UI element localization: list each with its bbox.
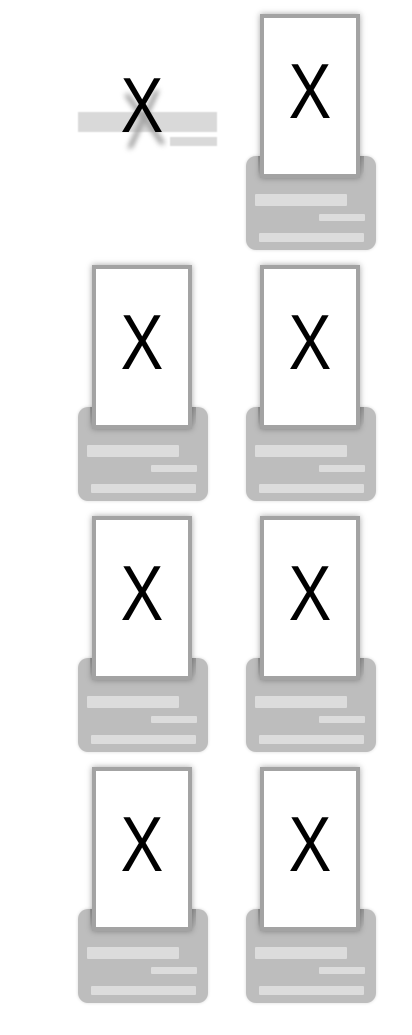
tray-bar bbox=[319, 967, 365, 974]
tray-bar bbox=[91, 735, 196, 744]
x-mark: X bbox=[120, 298, 164, 386]
tray-bar bbox=[151, 465, 197, 472]
tray-bar bbox=[255, 696, 347, 708]
tile[interactable]: X bbox=[78, 265, 208, 501]
tile[interactable]: X bbox=[246, 14, 376, 250]
tray-bar bbox=[255, 194, 347, 206]
x-mark: X bbox=[288, 549, 332, 637]
tray-bar bbox=[255, 947, 347, 959]
tray-bar bbox=[259, 484, 364, 493]
x-mark: X bbox=[288, 298, 332, 386]
tray-bar bbox=[319, 465, 365, 472]
tray-bar bbox=[255, 445, 347, 457]
tile[interactable]: X bbox=[78, 767, 208, 1003]
card[interactable]: X bbox=[92, 516, 192, 680]
card[interactable]: X bbox=[260, 14, 360, 178]
x-mark: X bbox=[120, 800, 164, 888]
tile[interactable]: X bbox=[246, 265, 376, 501]
tray-bar bbox=[87, 947, 179, 959]
tray-bar bbox=[91, 484, 196, 493]
tray-bar bbox=[259, 233, 364, 242]
card[interactable]: X bbox=[92, 767, 192, 931]
card[interactable]: X bbox=[260, 265, 360, 429]
tile-transitioning[interactable]: X X bbox=[78, 60, 218, 165]
x-mark: X bbox=[120, 61, 164, 149]
tile[interactable]: X bbox=[246, 767, 376, 1003]
tray-bar bbox=[319, 214, 365, 221]
card[interactable]: X bbox=[260, 516, 360, 680]
placeholder-bar bbox=[170, 137, 217, 146]
card[interactable]: X bbox=[260, 767, 360, 931]
x-mark: X bbox=[288, 47, 332, 135]
tile[interactable]: X bbox=[78, 516, 208, 752]
x-mark: X bbox=[288, 800, 332, 888]
tray-bar bbox=[259, 986, 364, 995]
tray-bar bbox=[87, 445, 179, 457]
tray-bar bbox=[319, 716, 365, 723]
card[interactable]: X bbox=[92, 265, 192, 429]
tray-bar bbox=[259, 735, 364, 744]
tray-bar bbox=[87, 696, 179, 708]
tray-bar bbox=[151, 967, 197, 974]
tray-bar bbox=[91, 986, 196, 995]
tray-bar bbox=[151, 716, 197, 723]
x-mark: X bbox=[120, 549, 164, 637]
tile[interactable]: X bbox=[246, 516, 376, 752]
